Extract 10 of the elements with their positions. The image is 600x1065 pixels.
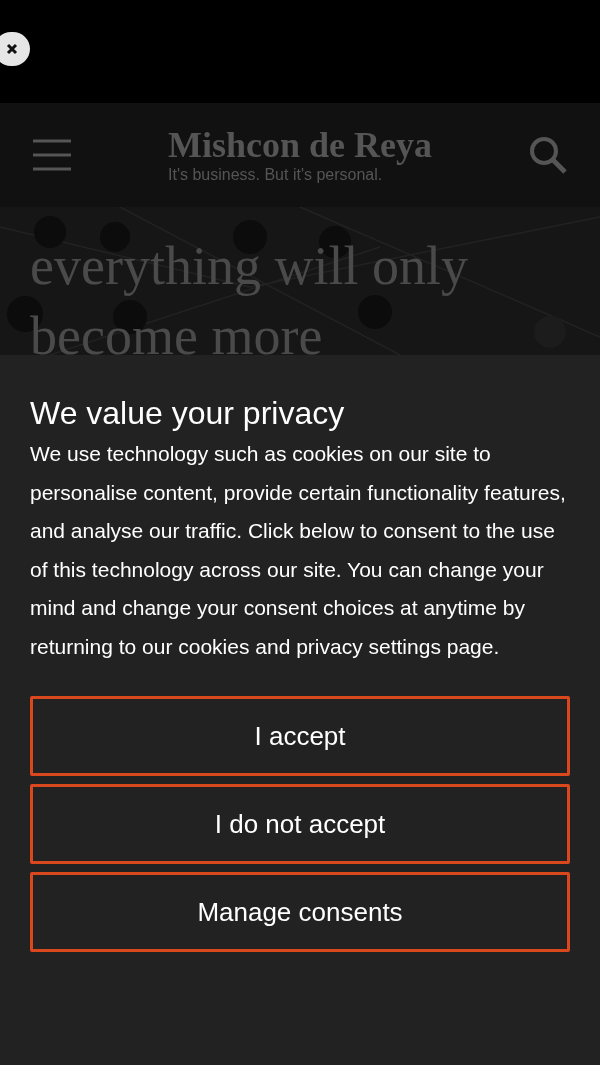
consent-button[interactable]: Manage consents [30,872,570,952]
search-icon[interactable] [528,135,568,175]
consent-button[interactable]: I accept [30,696,570,776]
consent-button[interactable]: I do not accept [30,784,570,864]
tagline: It's business. But it's personal. [168,165,383,185]
consent-text: We use technology such as cookies on our site to personalise content, provide certain functionality features, and analyse our traffic. Click below to consent to the use of this technology across our site. You can change your mind and change your consent choices at anytime by returning to our cookies and privacy settings page. [30,441,567,660]
close-button[interactable] [0,32,30,66]
close-icon [6,43,18,55]
menu-icon[interactable] [32,138,72,172]
consent-title: We value your privacy [30,394,346,433]
